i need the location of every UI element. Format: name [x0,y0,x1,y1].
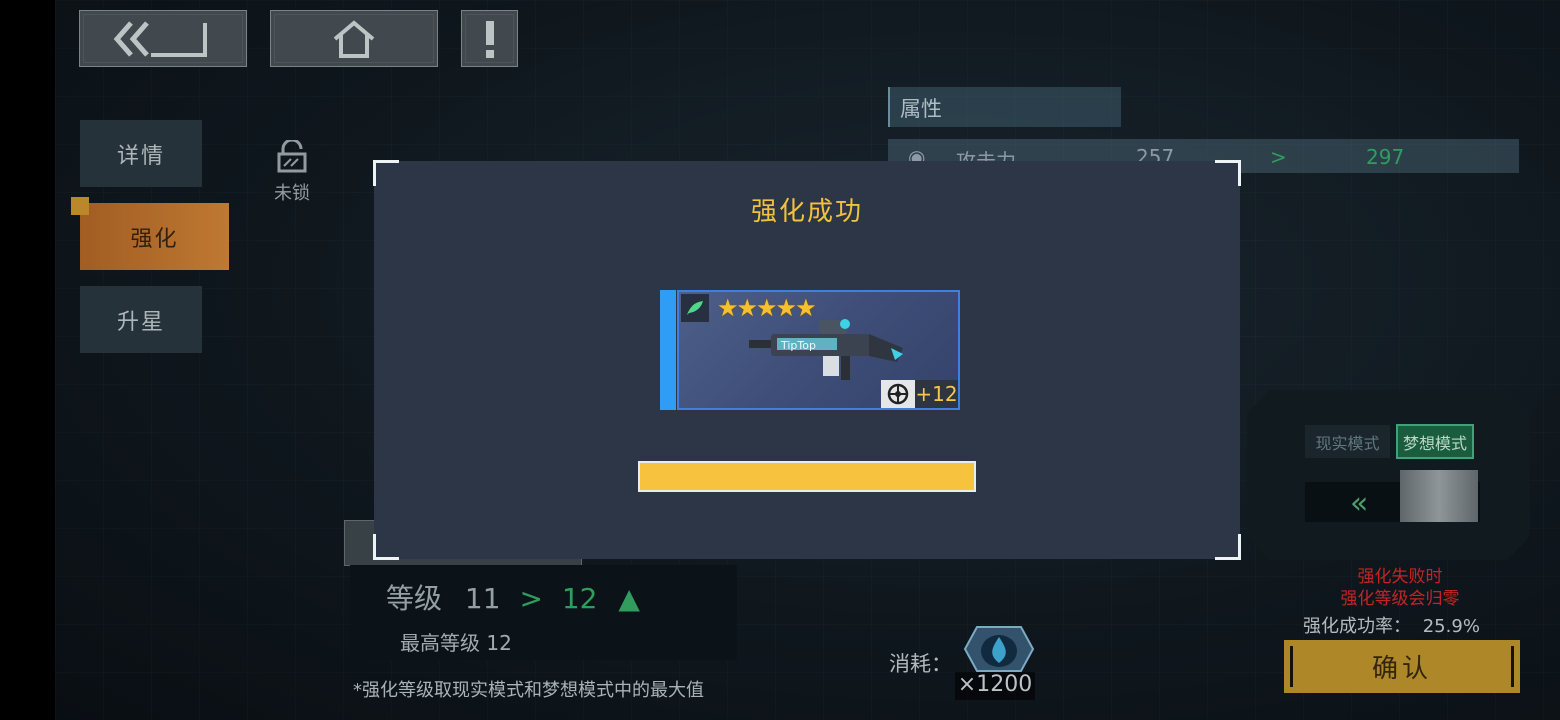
frame-corner [373,160,399,186]
weapon-text: TipTop [780,339,816,352]
frame-corner [373,534,399,560]
weapon-card: ★★★★★ TipTop +12 [660,290,960,410]
frame-corner [1215,534,1241,560]
enhance-gear-icon [881,380,915,408]
enhance-level-badge: +12 [915,380,958,408]
enhance-progress-fill [640,463,974,490]
enhance-success-dialog: 强化成功 ★★★★★ TipTop +12 [373,160,1241,560]
weapon-card-body: ★★★★★ TipTop +12 [677,290,960,410]
enhance-progress-bar [638,461,976,492]
rarity-strip [660,290,676,410]
rifle-icon: TipTop [749,319,903,380]
leaf-icon [681,294,709,322]
frame-corner [1215,160,1241,186]
dialog-title: 强化成功 [750,197,863,227]
